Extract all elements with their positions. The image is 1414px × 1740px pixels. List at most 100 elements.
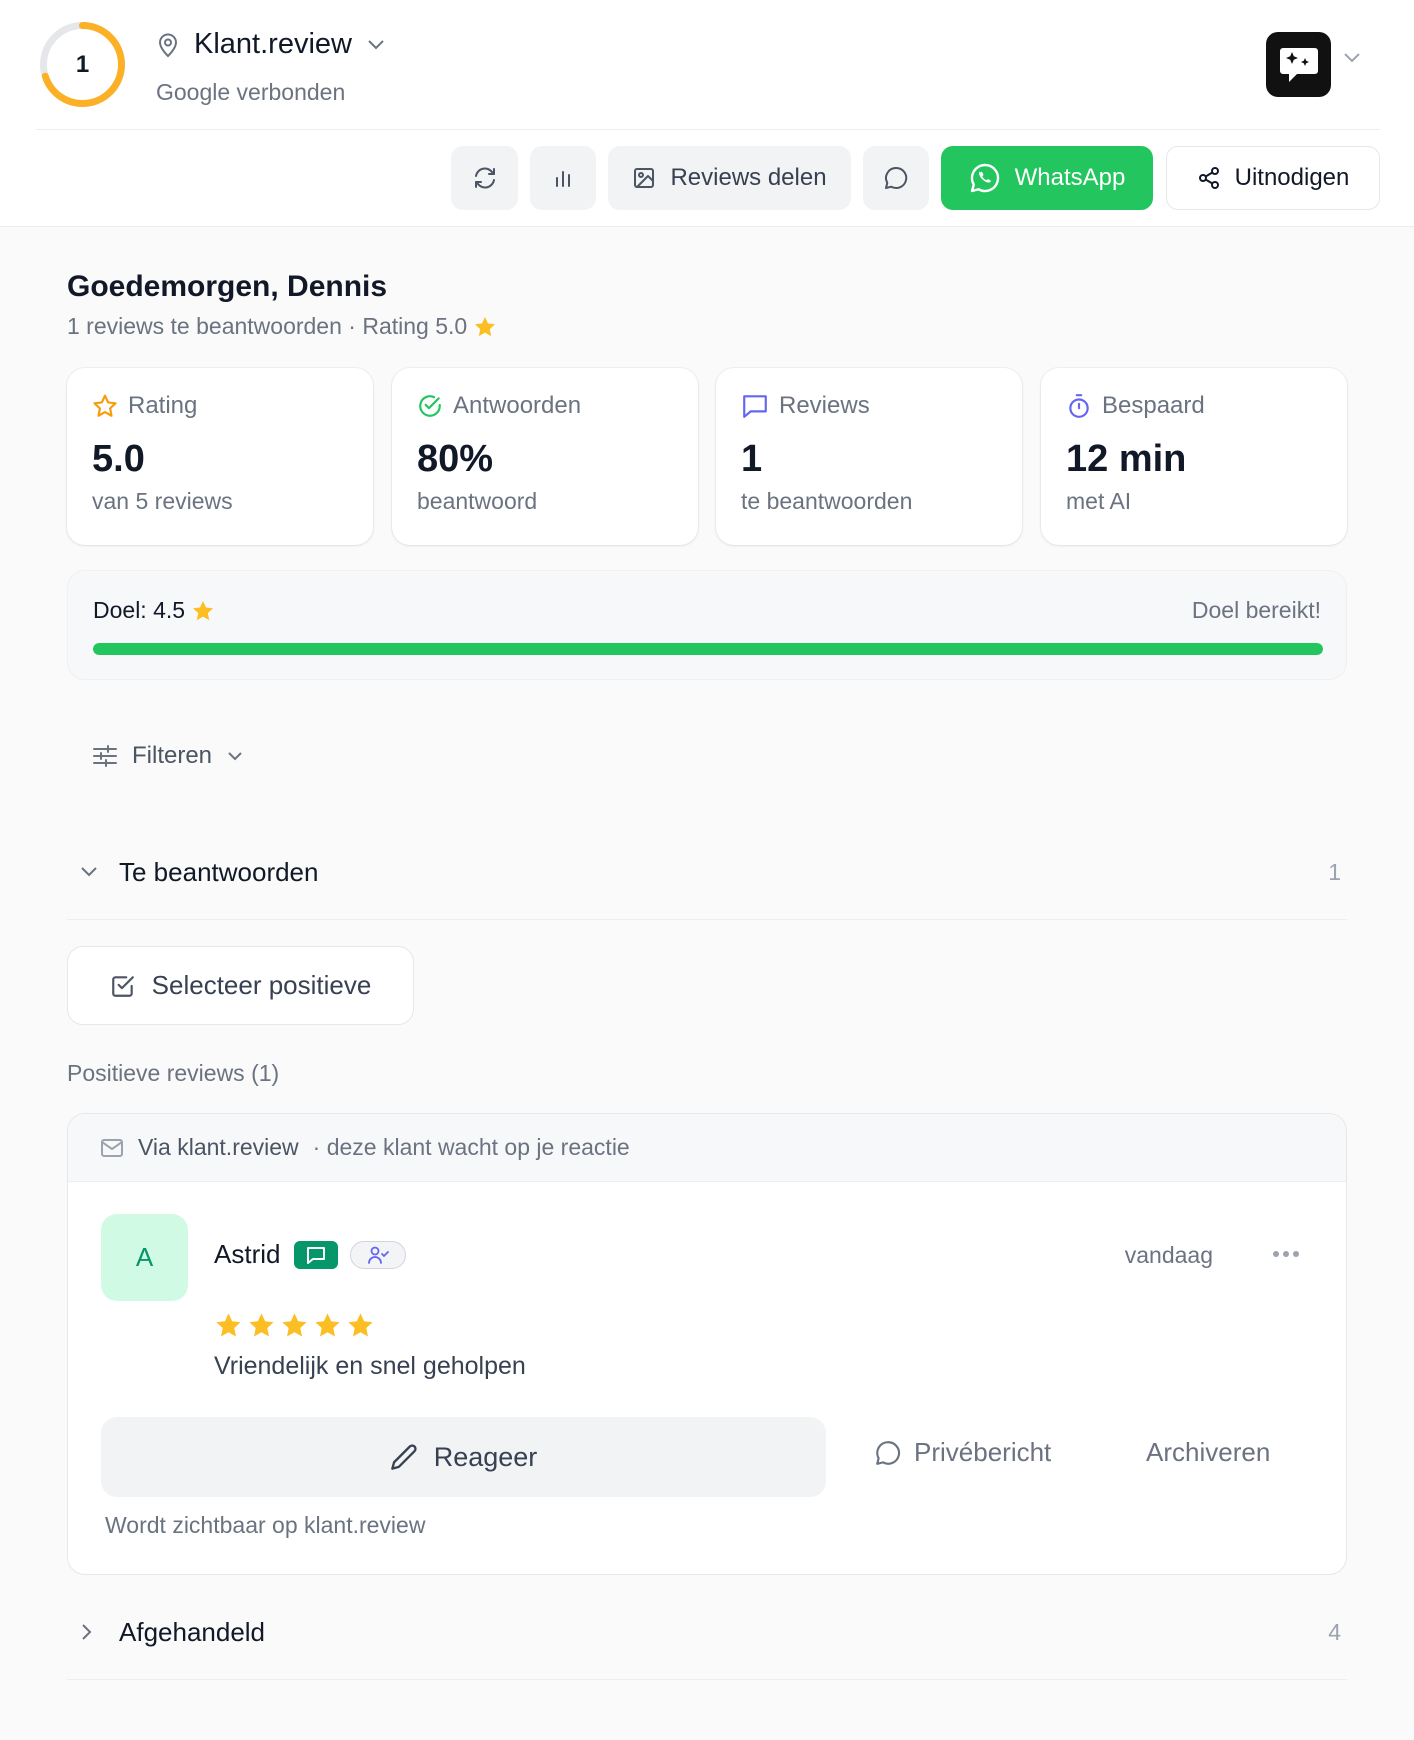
goal-progress-fill (93, 643, 1323, 655)
stat-value: 1 (741, 438, 763, 480)
star-icon (473, 315, 497, 339)
location-name: Klant.review (194, 28, 352, 60)
image-icon (632, 166, 656, 190)
star-icon (348, 1313, 373, 1337)
private-message-button[interactable]: Privébericht (874, 1437, 1051, 1468)
stat-card-reviews: Reviews 1 te beantwoorden (716, 368, 1022, 545)
archive-button[interactable]: Archiveren (1146, 1437, 1270, 1468)
reviewer-avatar: A (101, 1214, 188, 1301)
account-avatar[interactable] (1266, 32, 1331, 97)
review-source: Via klant.review (138, 1134, 299, 1160)
star-icon (315, 1313, 340, 1337)
goal-label-row: Doel: 4.5 (93, 597, 215, 624)
more-options-icon[interactable] (1272, 1250, 1300, 1258)
check-circle-icon (417, 393, 443, 419)
select-positive-label: Selecteer positieve (151, 970, 372, 1000)
select-positive-button[interactable]: Selecteer positieve (67, 946, 414, 1025)
pencil-icon (390, 1443, 418, 1471)
stat-label: Bespaard (1102, 392, 1205, 419)
section-pending-header[interactable]: Te beantwoorden 1 (67, 842, 1347, 902)
stat-value: 12 min (1066, 438, 1187, 480)
location-selector[interactable]: Klant.review (156, 28, 386, 61)
greeting-title: Goedemorgen, Dennis (67, 270, 388, 303)
review-source-bar: Via klant.review · deze klant wacht op j… (68, 1114, 1346, 1182)
filter-dropdown[interactable]: Filteren (92, 742, 244, 770)
section-divider (67, 1679, 1347, 1680)
refresh-icon (472, 165, 498, 191)
header-divider (36, 129, 1380, 130)
bar-chart-icon (551, 166, 575, 190)
stat-label: Rating (128, 392, 198, 419)
reviewer-row: Astrid (214, 1239, 407, 1270)
message-circle-icon (883, 165, 909, 191)
filter-label: Filteren (132, 742, 213, 769)
star-outline-icon (92, 393, 118, 419)
visibility-note: Wordt zichtbaar op klant.review (105, 1512, 426, 1538)
star-icon (216, 1313, 241, 1337)
sliders-icon (92, 744, 118, 768)
user-check-icon (350, 1240, 407, 1269)
section-done-header[interactable]: Afgehandeld 4 (67, 1602, 1347, 1662)
positive-reviews-label: Positieve reviews (1) (67, 1060, 280, 1086)
stat-value: 5.0 (92, 438, 145, 480)
section-count: 1 (1328, 858, 1341, 885)
subtitle-text: 1 reviews te beantwoorden · Rating 5.0 (67, 313, 468, 339)
goal-panel: Doel: 4.5 Doel bereikt! (67, 570, 1347, 680)
message-square-icon (741, 393, 769, 419)
chat-badge-icon (294, 1240, 339, 1269)
stat-card-saved: Bespaard 12 min met AI (1041, 368, 1347, 545)
refresh-button[interactable] (451, 146, 518, 210)
reviewer-name: Astrid (214, 1239, 281, 1269)
stat-sub: beantwoord (417, 488, 538, 514)
review-date: vandaag (1124, 1242, 1213, 1268)
whatsapp-button[interactable]: WhatsApp (941, 146, 1153, 210)
stat-label: Reviews (779, 392, 870, 419)
stat-sub: te beantwoorden (741, 488, 913, 514)
share-nodes-icon (1197, 166, 1221, 190)
map-pin-icon (156, 32, 180, 58)
mail-icon (100, 1138, 124, 1158)
section-divider (67, 919, 1347, 920)
stat-label: Antwoorden (453, 392, 582, 419)
goal-status: Doel bereikt! (1191, 597, 1321, 623)
share-reviews-button[interactable]: Reviews delen (608, 146, 851, 210)
section-title: Afgehandeld (119, 1616, 266, 1647)
message-button[interactable] (863, 146, 929, 210)
reply-button[interactable]: Reageer (101, 1417, 826, 1497)
timer-icon (1066, 393, 1092, 419)
connection-status: Google verbonden (156, 79, 346, 105)
stat-card-answers: Antwoorden 80% beantwoord (392, 368, 698, 545)
stat-card-rating: Rating 5.0 van 5 reviews (67, 368, 373, 545)
whatsapp-label: WhatsApp (1014, 164, 1126, 191)
whatsapp-icon (969, 162, 1001, 194)
review-card: Via klant.review · deze klant wacht op j… (67, 1113, 1347, 1575)
review-rating-stars (214, 1311, 375, 1340)
greeting-subtitle: 1 reviews te beantwoorden · Rating 5.0 (67, 313, 497, 340)
chevron-down-icon (79, 866, 99, 878)
stat-sub: van 5 reviews (92, 488, 233, 514)
chevron-down-icon (226, 750, 244, 762)
notification-count: 1 (75, 50, 90, 78)
stats-button[interactable] (530, 146, 596, 210)
star-icon (249, 1313, 274, 1337)
sparkle-chat-icon (1277, 44, 1321, 86)
star-icon (191, 599, 215, 623)
top-header: 1 Klant.review Google verbonden Reviews … (0, 0, 1414, 227)
chevron-down-icon (366, 39, 386, 51)
invite-button[interactable]: Uitnodigen (1166, 146, 1380, 210)
review-text: Vriendelijk en snel geholpen (214, 1352, 526, 1380)
checkbox-icon (110, 973, 136, 999)
section-count: 4 (1328, 1618, 1341, 1645)
star-icon (282, 1313, 307, 1337)
chevron-right-icon (81, 1622, 93, 1642)
share-reviews-label: Reviews delen (670, 164, 827, 191)
goal-progress-track (93, 643, 1323, 655)
stat-value: 80% (417, 438, 494, 480)
account-chevron-icon[interactable] (1342, 52, 1362, 64)
review-source-note: · deze klant wacht op je reactie (312, 1134, 630, 1160)
invite-label: Uitnodigen (1234, 164, 1350, 191)
goal-label: Doel: 4.5 (93, 597, 186, 623)
stat-sub: met AI (1066, 488, 1132, 514)
reply-label: Reageer (433, 1441, 538, 1472)
message-circle-icon (874, 1439, 902, 1467)
